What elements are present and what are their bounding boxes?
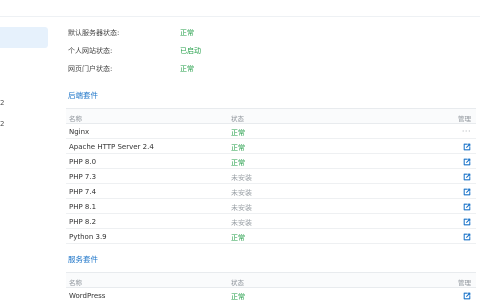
status-row-personal-site: 个人网站状态: 已启动 [68, 46, 428, 58]
table-row: WordPress 正常 [66, 288, 476, 300]
external-link-icon[interactable] [463, 158, 471, 166]
sidebar-item-label[interactable]: 2 [0, 120, 4, 128]
status-row-web-portal: 网页门户状态: 正常 [68, 64, 428, 76]
table-body: Nginx 正常 ··· Apache HTTP Server 2.4 正常 PHP 8.… [66, 124, 476, 244]
status-value: 已启动 [180, 47, 201, 55]
table-row: PHP 7.3 未安装 [66, 169, 476, 184]
sidebar-item-active[interactable] [0, 27, 48, 48]
backend-table: 名称 状态 管理 Nginx 正常 ··· Apache HTTP Server 2.… [66, 108, 476, 244]
column-header-name: 名称 [69, 279, 82, 287]
package-status: 未安装 [231, 173, 252, 182]
sidebar-item-label[interactable]: 2 [0, 99, 4, 107]
package-name: Apache HTTP Server 2.4 [69, 142, 154, 151]
services-table: 名称 状态 管理 WordPress 正常 [66, 272, 476, 300]
table-row: Apache HTTP Server 2.4 正常 [66, 139, 476, 154]
package-status: 正常 [231, 128, 245, 137]
package-name: PHP 8.1 [69, 202, 97, 211]
external-link-icon[interactable] [463, 188, 471, 196]
window-topbar [0, 0, 480, 17]
package-status: 正常 [231, 292, 245, 300]
column-header-name: 名称 [69, 115, 82, 123]
status-row-default-server: 默认服务器状态: 正常 [68, 28, 428, 40]
sidebar: 2 2 [0, 17, 56, 300]
external-link-icon[interactable] [463, 203, 471, 211]
package-name: Python 3.9 [69, 232, 107, 241]
table-row: PHP 8.0 正常 [66, 154, 476, 169]
column-header-status: 状态 [231, 115, 244, 123]
external-link-icon[interactable] [463, 173, 471, 181]
table-header: 名称 状态 管理 [66, 272, 476, 288]
package-status: 未安装 [231, 188, 252, 197]
package-name: PHP 7.3 [69, 172, 97, 181]
status-value: 正常 [180, 65, 194, 73]
external-link-icon[interactable] [463, 233, 471, 241]
table-body: WordPress 正常 [66, 288, 476, 300]
column-header-manage: 管理 [458, 115, 471, 123]
table-row: PHP 7.4 未安装 [66, 184, 476, 199]
table-row: Nginx 正常 ··· [66, 124, 476, 139]
external-link-icon[interactable] [463, 218, 471, 226]
package-status: 未安装 [231, 218, 252, 227]
status-value: 正常 [180, 29, 194, 37]
more-dots-icon[interactable]: ··· [462, 128, 471, 136]
column-header-manage: 管理 [458, 279, 471, 287]
table-row: PHP 8.1 未安装 [66, 199, 476, 214]
status-label: 默认服务器状态: [68, 29, 120, 37]
package-name: PHP 7.4 [69, 187, 97, 196]
status-label: 网页门户状态: [68, 65, 113, 73]
external-link-icon[interactable] [463, 143, 471, 151]
package-name: PHP 8.0 [69, 157, 97, 166]
package-name: Nginx [69, 127, 90, 136]
table-row: PHP 8.2 未安装 [66, 214, 476, 229]
main-content: 默认服务器状态: 正常 个人网站状态: 已启动 网页门户状态: 正常 后端套件 … [56, 17, 480, 300]
table-header: 名称 状态 管理 [66, 108, 476, 124]
table-row: Python 3.9 正常 [66, 229, 476, 244]
section-title-backend: 后端套件 [68, 91, 98, 100]
package-status: 正常 [231, 158, 245, 167]
status-label: 个人网站状态: [68, 47, 113, 55]
column-header-status: 状态 [231, 279, 244, 287]
package-name: WordPress [69, 291, 106, 300]
package-name: PHP 8.2 [69, 217, 97, 226]
package-status: 正常 [231, 143, 245, 152]
package-status: 未安装 [231, 203, 252, 212]
external-link-icon[interactable] [463, 292, 471, 300]
section-title-services: 服务套件 [68, 255, 98, 264]
package-status: 正常 [231, 233, 245, 242]
